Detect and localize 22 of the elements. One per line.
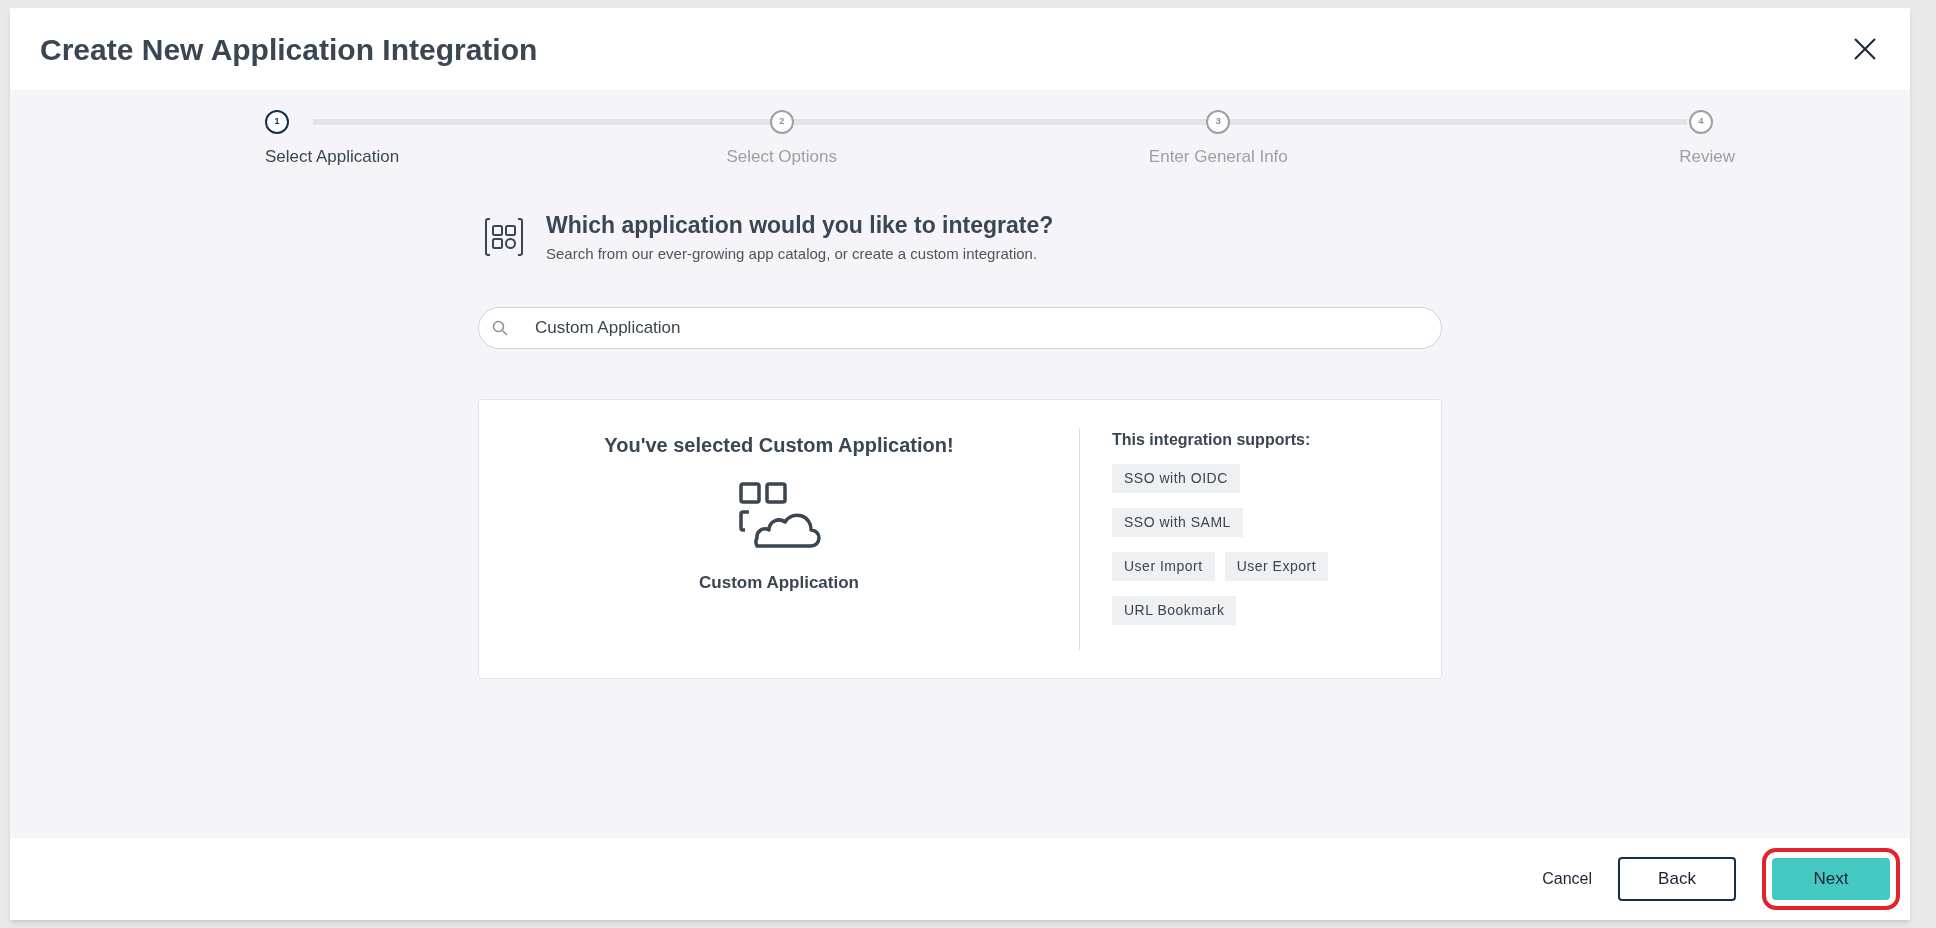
section-subtitle: Search from our ever-growing app catalog, or create a custom integration.: [546, 243, 1039, 264]
feature-tag: User Export: [1224, 552, 1329, 581]
step-label: Select Options: [726, 146, 837, 168]
feature-tag: User Import: [1112, 552, 1215, 581]
step-label: Select Application: [265, 146, 400, 168]
feature-tag: SSO with SAML: [1112, 508, 1243, 537]
section-title: Which application would you like to integrate?: [546, 211, 1054, 240]
feature-tag: URL Bookmark: [1112, 596, 1237, 625]
step-label: Review: [1679, 146, 1735, 168]
step-label: Enter General Info: [1148, 146, 1288, 168]
app-name: Custom Application: [699, 572, 859, 594]
supports-title: This integration supports:: [1112, 430, 1312, 450]
search-field[interactable]: Custom Application: [478, 307, 1442, 349]
app-cloud-icon: [737, 482, 821, 550]
app-grid-icon: [484, 216, 524, 257]
search-icon: [492, 320, 508, 336]
next-button[interactable]: Next: [1772, 858, 1890, 900]
cancel-button[interactable]: Cancel: [1542, 867, 1592, 891]
window-title: Create New Application Integration: [40, 31, 538, 68]
feature-tag: SSO with OIDC: [1112, 464, 1240, 493]
back-button[interactable]: Back: [1618, 857, 1736, 901]
selection-title: You've selected Custom Application!: [604, 433, 954, 458]
